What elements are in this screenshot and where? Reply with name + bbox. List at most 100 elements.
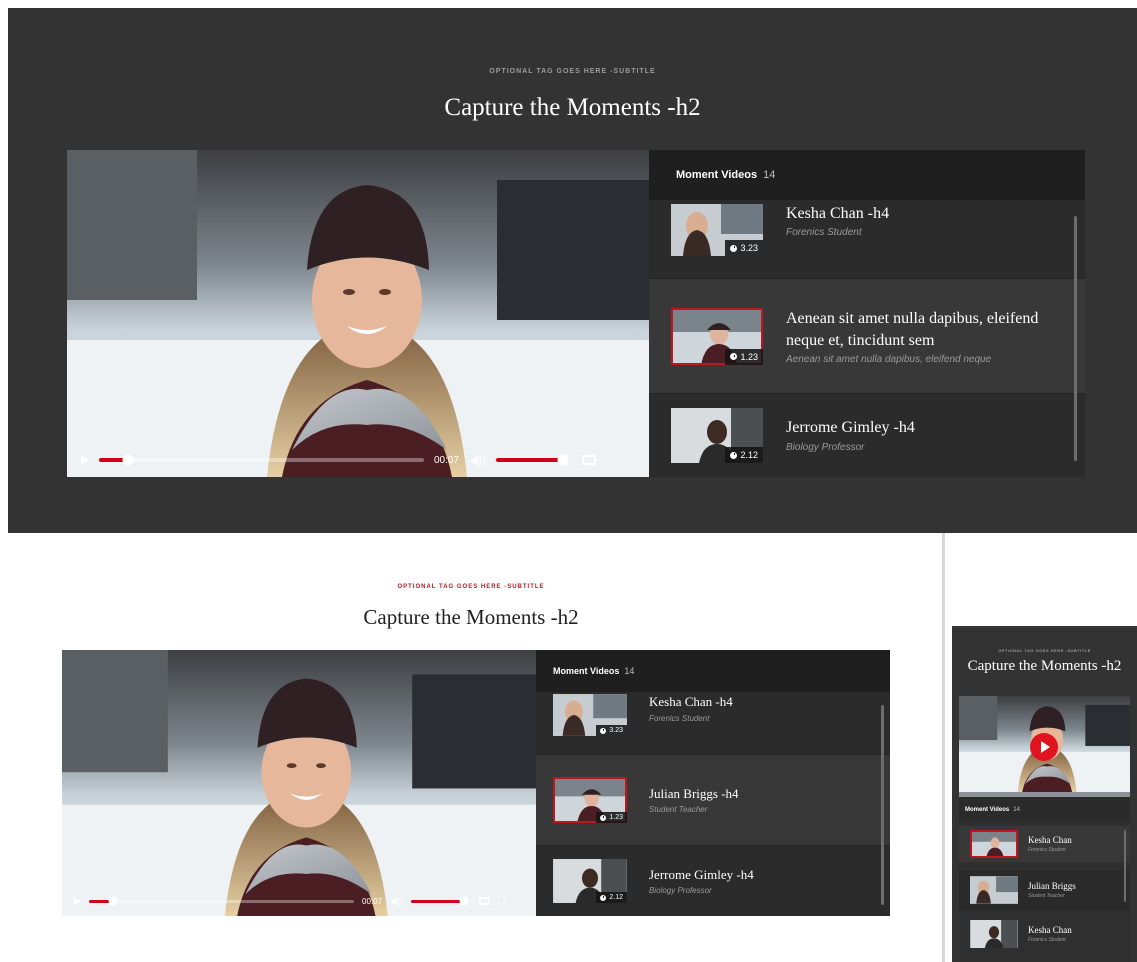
captions-icon[interactable] xyxy=(582,455,597,465)
item-subtitle: Forenics Student xyxy=(649,713,710,723)
playlist-item[interactable]: Julian Briggs Student Teacher xyxy=(959,870,1130,910)
clock-icon xyxy=(730,244,738,252)
video-player[interactable]: 00:07 ◀)) ⛶ xyxy=(67,150,649,477)
video-thumbnail xyxy=(970,920,1018,948)
clock-icon xyxy=(600,814,607,821)
item-title: Kesha Chan -h4 xyxy=(649,694,733,709)
section-title: Capture the Moments -h2 xyxy=(363,605,579,629)
duration-text: 1.23 xyxy=(740,351,758,362)
item-subtitle: Biology Professor xyxy=(649,886,712,896)
player-controls: 00:07 ◀)) ⛶ xyxy=(62,886,536,916)
clock-icon xyxy=(600,727,607,734)
video-player[interactable] xyxy=(959,696,1130,797)
playlist-item[interactable]: 2.12 Jerrome Gimley -h4 Biology Professo… xyxy=(536,846,890,916)
play-icon[interactable] xyxy=(74,897,81,905)
current-time: 00:07 xyxy=(362,896,383,906)
playlist-panel: Moment Videos 14 3.23 Kesha Chan -h4 For… xyxy=(649,150,1085,477)
playlist-label: Moment Videos xyxy=(676,169,758,181)
playlist-item-active[interactable]: Kesha Chan Forenics Student xyxy=(959,826,1130,862)
light-showcase-section: OPTIONAL TAG GOES HERE -SUBTITLE Capture… xyxy=(0,533,942,962)
item-title: Julian Briggs -h4 xyxy=(649,785,739,801)
progress-handle[interactable] xyxy=(122,454,134,466)
playlist-scrollbar[interactable] xyxy=(1124,830,1126,902)
duration-badge: 1.23 xyxy=(725,348,763,365)
section-subtitle: OPTIONAL TAG GOES HERE -SUBTITLE xyxy=(998,648,1091,653)
playlist-item-active[interactable]: 1.23 Julian Briggs -h4 Student Teacher xyxy=(536,755,890,845)
play-icon[interactable] xyxy=(81,455,89,465)
captions-icon[interactable] xyxy=(478,897,490,905)
current-time: 00:07 xyxy=(434,454,460,466)
play-button-icon[interactable] xyxy=(1030,733,1058,761)
clock-icon xyxy=(730,451,738,459)
item-subtitle: Biology Professor xyxy=(786,441,865,453)
volume-slider[interactable] xyxy=(496,454,569,466)
item-title: Kesha Chan xyxy=(1028,834,1072,845)
playlist-count: 14 xyxy=(763,169,776,181)
duration-badge: 2.12 xyxy=(596,892,627,903)
clock-icon xyxy=(730,353,738,360)
volume-handle[interactable] xyxy=(459,896,469,906)
duration-badge: 3.23 xyxy=(596,725,627,736)
item-title: Julian Briggs xyxy=(1028,880,1076,891)
video-player[interactable]: 00:07 ◀)) ⛶ xyxy=(62,650,536,916)
clock-icon xyxy=(600,894,607,901)
volume-icon[interactable]: ◀)) xyxy=(469,453,486,467)
volume-slider[interactable] xyxy=(410,896,469,906)
duration-text: 2.12 xyxy=(740,450,758,460)
playlist-item[interactable]: 3.23 Kesha Chan -h4 Forenics Student xyxy=(536,692,890,754)
item-subtitle: Forenics Student xyxy=(1028,847,1066,854)
playlist-item[interactable]: 3.23 Kesha Chan -h4 Forenics Student xyxy=(649,200,1085,278)
video-thumbnail: 1.23 xyxy=(671,307,763,365)
duration-text: 3.23 xyxy=(740,243,758,253)
volume-fill xyxy=(496,458,563,462)
playlist-panel: Kesha Chan Forenics Student Julian Brigg… xyxy=(959,822,1130,962)
video-thumbnail: 3.23 xyxy=(553,694,627,736)
volume-fill xyxy=(410,899,465,903)
player-controls: 00:07 ◀)) ⛶ xyxy=(67,443,649,477)
duration-text: 1.23 xyxy=(609,814,623,821)
playlist-label: Moment Videos xyxy=(553,666,620,676)
section-subtitle: OPTIONAL TAG GOES HERE -SUBTITLE xyxy=(397,584,545,590)
video-frame xyxy=(67,150,649,477)
section-title: Capture the Moments -h2 xyxy=(967,658,1122,674)
progress-handle[interactable] xyxy=(108,896,118,906)
video-thumbnail xyxy=(970,876,1018,904)
mobile-showcase-section: OPTIONAL TAG GOES HERE -SUBTITLE Capture… xyxy=(952,626,1137,962)
volume-handle[interactable] xyxy=(557,454,569,466)
video-thumbnail: 3.23 xyxy=(671,204,763,256)
playlist-label: Moment Videos xyxy=(965,806,1010,813)
item-subtitle: Forenics Student xyxy=(786,227,862,239)
item-title: Aenean sit amet nulla dapibus, eleifend … xyxy=(786,309,1039,349)
dark-showcase-section: OPTIONAL TAG GOES HERE -SUBTITLE Capture… xyxy=(8,8,1137,533)
item-subtitle: Forenics Student xyxy=(1028,937,1066,944)
playlist-scrollbar[interactable] xyxy=(881,705,884,905)
fullscreen-icon[interactable]: ⛶ xyxy=(498,896,505,907)
video-thumbnail: 1.23 xyxy=(553,777,627,823)
playlist-count: 14 xyxy=(624,666,635,676)
frame-divider xyxy=(942,533,945,962)
playlist-count: 14 xyxy=(1013,806,1020,813)
item-title: Jerrome Gimley -h4 xyxy=(649,866,754,882)
video-thumbnail: 2.12 xyxy=(553,859,627,903)
playlist-item[interactable]: Kesha Chan Forenics Student xyxy=(959,914,1130,954)
playlist-header: Moment Videos 14 xyxy=(649,150,1085,200)
duration-badge: 2.12 xyxy=(725,447,763,463)
playlist-item[interactable]: 2.12 Jerrome Gimley -h4 Biology Professo… xyxy=(649,394,1085,477)
item-title: Kesha Chan -h4 xyxy=(786,205,890,222)
item-subtitle: Student Teacher xyxy=(1028,893,1065,900)
fullscreen-icon[interactable]: ⛶ xyxy=(610,453,618,468)
playlist-header: Moment Videos 14 xyxy=(959,797,1130,822)
section-title: Capture the Moments -h2 xyxy=(444,94,701,121)
duration-text: 3.23 xyxy=(609,727,623,734)
item-title: Kesha Chan xyxy=(1028,924,1072,935)
playlist-scrollbar[interactable] xyxy=(1074,216,1077,461)
volume-icon[interactable]: ◀)) xyxy=(390,896,403,907)
video-thumbnail: 2.12 xyxy=(671,408,763,463)
playlist-panel: Moment Videos 14 3.23 Kesha Chan -h4 For… xyxy=(536,650,890,916)
playlist-item-active[interactable]: 1.23 Aenean sit amet nulla dapibus, elei… xyxy=(649,279,1085,393)
video-frame xyxy=(62,650,536,916)
progress-bar[interactable] xyxy=(89,896,354,906)
progress-bar[interactable] xyxy=(99,454,424,466)
duration-text: 2.12 xyxy=(609,894,623,901)
playlist-header: Moment Videos 14 xyxy=(536,650,890,692)
